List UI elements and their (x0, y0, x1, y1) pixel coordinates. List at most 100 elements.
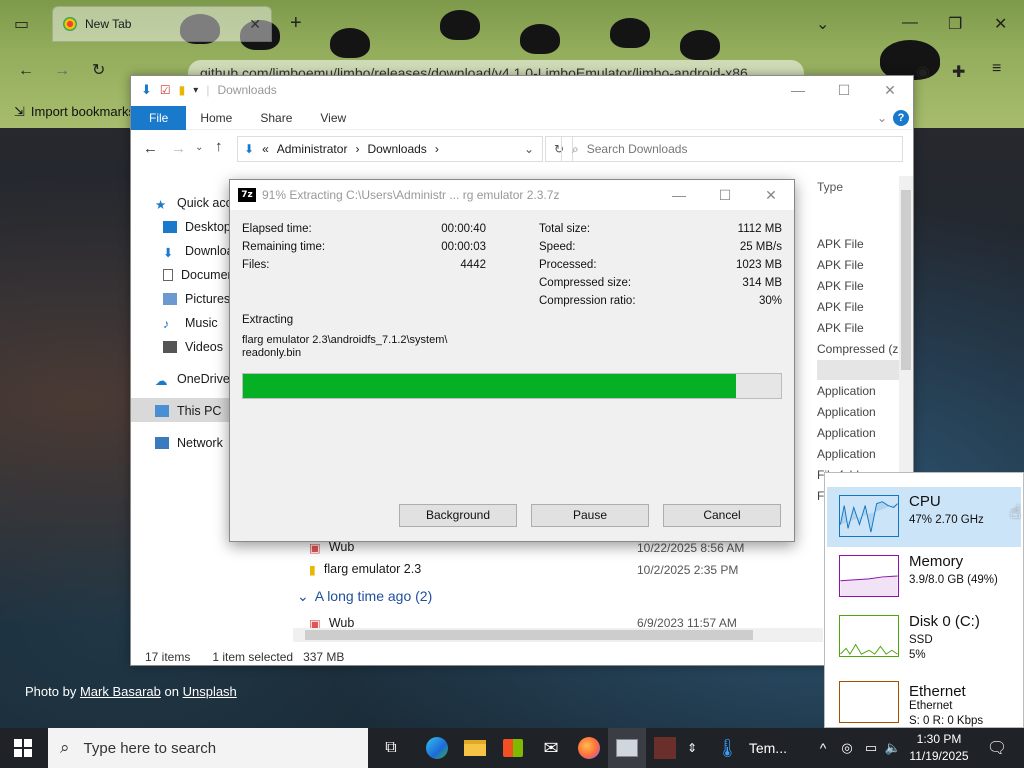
vertical-scrollbar[interactable] (899, 176, 913, 476)
file-explorer-icon[interactable] (456, 728, 494, 768)
ribbon-expand-icon[interactable]: ⌄ (877, 111, 887, 125)
mail-icon[interactable]: ✉ (532, 728, 570, 768)
document-icon (163, 269, 173, 281)
background-button[interactable]: Background (399, 504, 517, 527)
compressed-size-value: 314 MB (742, 277, 782, 289)
task-view-icon[interactable]: ⧉ (372, 728, 410, 768)
tab-list-chevron-icon[interactable]: ⌄ (816, 14, 829, 34)
breadcrumb-item[interactable]: Administrator (277, 142, 348, 156)
music-icon: ♪ (163, 317, 170, 331)
maximize-icon[interactable]: ❐ (948, 14, 962, 34)
column-header-type[interactable]: Type (817, 180, 843, 194)
type-cell: APK File (817, 258, 864, 272)
network-icon[interactable]: ▭ (860, 728, 882, 768)
file-row[interactable]: ▣ Wub (309, 540, 354, 555)
ribbon-tab-file[interactable]: File (131, 105, 187, 130)
forward-icon[interactable]: → (171, 140, 186, 157)
firefox-icon[interactable] (570, 728, 608, 768)
nav-item-onedrive[interactable]: ☁ OneDrive (155, 368, 230, 390)
edge-icon[interactable] (418, 728, 456, 768)
file-row[interactable]: ▣ Wub (309, 616, 354, 628)
scrollbar-thumb[interactable] (901, 190, 911, 370)
dialog-maximize-button[interactable]: ☐ (702, 180, 748, 210)
show-hidden-icons-chevron-icon[interactable]: ^ (812, 728, 834, 768)
computer-icon (155, 405, 169, 417)
weather-widget[interactable]: 🌡 Tem... (716, 728, 806, 768)
breadcrumb-item[interactable]: Downloads (367, 142, 426, 156)
ribbon-tab-view[interactable]: View (306, 106, 360, 130)
horizontal-scrollbar[interactable] (293, 628, 823, 642)
profile-icon[interactable]: ◉ (916, 62, 930, 82)
dialog-titlebar: 7z 91% Extracting C:\Users\Administr ...… (230, 180, 794, 210)
back-icon[interactable]: ← (18, 62, 34, 80)
perf-item-ethernet[interactable]: Ethernet Ethernet S: 0 R: 0 Kbps (827, 673, 1021, 727)
photo-credit: Photo by Mark Basarab on Unsplash (25, 684, 237, 699)
type-cell: Compressed (zi (817, 342, 902, 356)
cancel-button[interactable]: Cancel (663, 504, 781, 527)
windows-logo-icon (14, 739, 32, 757)
clock[interactable]: 1:30 PM 11/19/2025 (902, 731, 976, 765)
nav-item-music[interactable]: ♪ Music (163, 312, 218, 334)
new-tab-icon[interactable]: + (290, 12, 302, 35)
unsplash-link[interactable]: Unsplash (183, 684, 237, 699)
app-icon: ▣ (309, 541, 321, 555)
pause-button[interactable]: Pause (531, 504, 649, 527)
ribbon-tab-home[interactable]: Home (186, 106, 246, 130)
notification-center-icon[interactable]: 🗨 (978, 728, 1016, 768)
customize-qat-icon[interactable]: ▾ (193, 85, 198, 96)
speed-value: 25 MB/s (739, 241, 782, 253)
perf-item-cpu[interactable]: CPU 47% 2.70 GHz (827, 487, 1021, 547)
forward-icon[interactable]: → (54, 62, 70, 80)
mouse-cursor-icon: ☝ (1010, 502, 1021, 522)
type-cell: APK File (817, 237, 864, 251)
explorer-maximize-button[interactable]: ☐ (821, 76, 867, 104)
nav-item-desktop[interactable]: Desktop (163, 216, 231, 238)
address-bar[interactable]: ⬇ « Administrator › Downloads › ⌄ (237, 136, 543, 162)
store-icon[interactable] (494, 728, 532, 768)
nav-item-videos[interactable]: Videos (163, 336, 223, 358)
ribbon-tabs: File Home Share View ⌄ ? (131, 105, 913, 130)
menu-icon[interactable]: ≡ (992, 60, 1001, 78)
volume-icon[interactable]: 🔈 (882, 728, 904, 768)
properties-icon[interactable]: ☑ (160, 83, 171, 97)
explorer-close-button[interactable]: ✕ (867, 76, 913, 104)
search-icon: ⌕ (572, 141, 579, 156)
minimize-icon[interactable]: — (902, 14, 918, 32)
help-icon[interactable]: ? (893, 109, 909, 126)
nav-item-this-pc[interactable]: This PC (155, 400, 221, 422)
new-folder-icon[interactable]: ▮ (179, 83, 186, 97)
file-row[interactable]: ▮ flarg emulator 2.3 (309, 562, 421, 577)
browser-tab[interactable]: New Tab ✕ (52, 6, 272, 42)
address-history-chevron-icon[interactable]: ⌄ (524, 142, 534, 156)
dialog-close-button[interactable]: ✕ (748, 180, 794, 210)
thermometer-icon: 🌡 (716, 737, 739, 758)
close-icon[interactable]: ✕ (994, 14, 1007, 34)
scrollbar-thumb[interactable] (305, 630, 753, 640)
7zip-taskbar-icon[interactable] (608, 728, 646, 768)
perf-item-disk[interactable]: Disk 0 (C:) SSD 5% (827, 607, 1021, 667)
back-icon[interactable]: ← (143, 140, 158, 157)
tab-actions-icon[interactable]: ▭ (14, 14, 29, 34)
perf-item-memory[interactable]: Memory 3.9/8.0 GB (49%) (827, 547, 1021, 607)
folder-icon: ▮ (309, 563, 316, 577)
ribbon-tab-share[interactable]: Share (246, 106, 306, 130)
up-icon[interactable]: ↑ (215, 138, 223, 155)
taskbar-search-input[interactable]: ⌕ Type here to search (48, 728, 368, 768)
close-tab-icon[interactable]: ✕ (249, 16, 261, 33)
nav-item-network[interactable]: Network (155, 432, 223, 454)
app-icon[interactable] (646, 728, 684, 768)
refresh-icon[interactable]: ↻ (92, 60, 105, 80)
search-input[interactable]: ⌕ Search Downloads (561, 136, 903, 162)
recent-locations-icon[interactable]: ⌄ (195, 142, 203, 153)
meet-now-icon[interactable]: ◎ (836, 728, 858, 768)
explorer-minimize-button[interactable]: — (775, 76, 821, 104)
extensions-icon[interactable]: ✚ (952, 62, 965, 82)
start-button[interactable] (4, 728, 42, 768)
nav-item-pictures[interactable]: Pictures (163, 288, 230, 310)
dialog-minimize-button[interactable]: — (656, 180, 702, 210)
photographer-link[interactable]: Mark Basarab (80, 684, 161, 699)
group-header[interactable]: ⌄ A long time ago (2) (297, 588, 432, 605)
type-cell: Application (817, 426, 876, 440)
scroll-taskbar-icon[interactable]: ⇕ (682, 728, 702, 768)
import-bookmarks-link[interactable]: ⇲ Import bookmarks (14, 104, 135, 120)
